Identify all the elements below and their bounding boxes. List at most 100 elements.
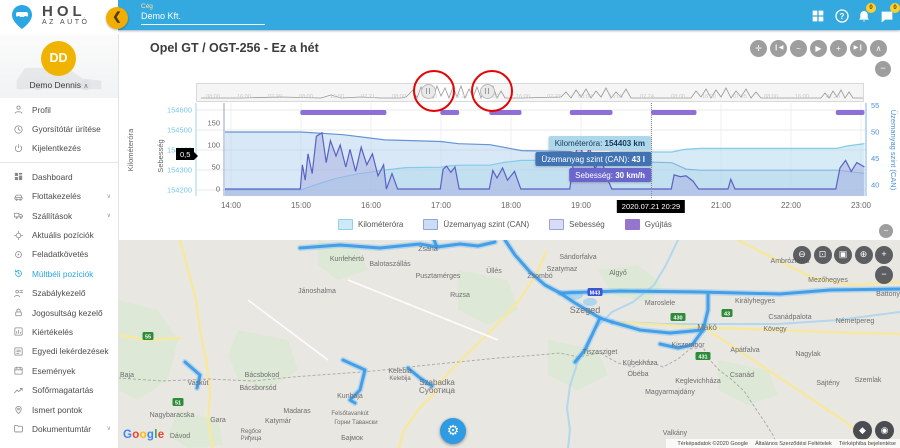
map-place-label: Горни Тавански: [334, 420, 377, 426]
map-place-label: Kübekháza: [622, 360, 657, 367]
legend-item[interactable]: Kilométeróra: [338, 219, 403, 230]
attribution-text[interactable]: Általános Szerződési Feltételek: [755, 441, 832, 447]
sidebar-item-label: Aktuális pozíciók: [32, 230, 94, 240]
svg-text:0: 0: [216, 185, 220, 194]
svg-text:154300: 154300: [167, 166, 192, 175]
map-place-label: Ruzsa: [450, 292, 470, 299]
user-name-text: Demo Dennis: [30, 80, 82, 90]
collapse-button[interactable]: ∧: [870, 40, 887, 57]
map-place-label: Pusztamérges: [416, 273, 461, 280]
s idebar-item-fleet[interactable]: Flottakezelés ∨: [0, 187, 118, 206]
svg-text:22:00: 22:00: [781, 201, 802, 210]
lock-icon: [13, 307, 24, 318]
map-marker-button[interactable]: ◉: [875, 421, 894, 440]
legend-item[interactable]: Gyújtás: [625, 219, 672, 230]
app-logo[interactable]: HOL AZ AUTÓ: [0, 0, 118, 34]
svg-text:40: 40: [871, 181, 879, 190]
legend-item[interactable]: Sebesség: [549, 219, 605, 230]
help-icon[interactable]: ?: [834, 8, 850, 24]
sidebar-item-cache-clear[interactable]: Gyorsítótár ürítése: [0, 119, 118, 138]
sidebar: DD Demo Dennis ∧ Profil Gyorsítótár ürít…: [0, 34, 119, 448]
svg-text:?: ?: [840, 12, 845, 21]
map-place-label: Nagylak: [795, 351, 821, 358]
sidebar-collapse-button[interactable]: ❮: [106, 7, 128, 29]
legend-label: Sebesség: [569, 220, 605, 229]
map-place-label: Regőce: [241, 429, 262, 435]
zoom-out-button[interactable]: −: [790, 40, 807, 57]
sidebar-item-past-positions[interactable]: Múltbéli pozíciók: [0, 264, 118, 283]
calendar-icon: [13, 365, 24, 376]
legend-swatch: [625, 219, 640, 230]
apps-grid-icon[interactable]: [810, 8, 826, 24]
sidebar-item-task-tracking[interactable]: Feladatkövetés: [0, 245, 118, 264]
sidebar-item-evaluation[interactable]: Kiértékelés: [0, 322, 118, 341]
map-layer-button[interactable]: ◆: [853, 421, 872, 440]
sidebar-item-dashboard[interactable]: Dashboard: [0, 167, 118, 186]
sidebar-item-shipments[interactable]: Szállítások ∨: [0, 206, 118, 225]
map-place-label: Sándorfalva: [559, 254, 596, 261]
sidebar-item-label: Egyedi lekérdezések: [32, 346, 109, 356]
attribution-text[interactable]: Térképadatok ©2020 Google: [677, 441, 748, 447]
skip-previous-button[interactable]: ❙◀: [770, 40, 787, 57]
sidebar-item-documents[interactable]: Dokumentumtár ∨: [0, 419, 118, 438]
map-place-label: Balotaszállás: [369, 261, 411, 268]
crosshair-icon: [13, 230, 24, 241]
annotation-circle: [471, 70, 513, 112]
map-magnifier-button[interactable]: ⊕: [855, 246, 873, 264]
svg-text:16:00: 16:00: [361, 201, 382, 210]
zoom-in-button[interactable]: +: [830, 40, 847, 57]
map-zoom-out-lens-button[interactable]: ⊖: [793, 246, 811, 264]
svg-text:45: 45: [871, 154, 879, 163]
map-place-label: Szemlak: [855, 377, 882, 384]
map-canvas: M43434304315155SzegedSándorfalvaAlgyőSza…: [118, 240, 900, 448]
chart-navigator[interactable]: 08:0016:0007.2008:0016:0007.2108:0016:00…: [196, 83, 864, 102]
company-input[interactable]: Demo Kft.: [141, 11, 181, 21]
sidebar-item-driver-behaviour[interactable]: Sofőrmagatartás: [0, 380, 118, 399]
avatar[interactable]: DD: [41, 41, 76, 76]
section-collapse-button[interactable]: −: [879, 224, 893, 238]
map-place-label: Kiszombor: [671, 342, 705, 349]
legend-label: Gyújtás: [645, 220, 672, 229]
navigator-mask-right: [494, 84, 863, 101]
sidebar-item-current-positions[interactable]: Aktuális pozíciók: [0, 225, 118, 244]
sidebar-item-permissions[interactable]: Jogosultság kezelő: [0, 303, 118, 322]
map-place-label: Dávod: [170, 433, 190, 440]
map-settings-button[interactable]: ⚙: [440, 418, 466, 444]
sidebar-menu: Profil Gyorsítótár ürítése Kijelentkezés…: [0, 100, 118, 439]
sidebar-item-label: Múltbéli pozíciók: [32, 269, 93, 279]
map-place-label: Bácsbokod: [245, 372, 280, 379]
play-button[interactable]: ▶: [810, 40, 827, 57]
sidebar-item-rule-manager[interactable]: Szabálykezelő: [0, 284, 118, 303]
gear-icon: ⚙: [447, 422, 460, 438]
user-panel[interactable]: DD Demo Dennis ∧: [0, 34, 118, 98]
sidebar-item-label: Profil: [32, 105, 51, 115]
skip-next-button[interactable]: ▶❙: [850, 40, 867, 57]
sidebar-item-events[interactable]: Események: [0, 361, 118, 380]
sidebar-item-profil[interactable]: Profil: [0, 100, 118, 119]
tooltip-row: Sebesség: 30 km/h: [569, 168, 651, 182]
chart-crosshair: [651, 103, 652, 198]
sidebar-item-logout[interactable]: Kijelentkezés: [0, 139, 118, 158]
person-icon: [13, 104, 24, 115]
sidebar-item-known-points[interactable]: Ismert pontok: [0, 400, 118, 419]
attribution-text[interactable]: Térképhiba bejelentése: [839, 441, 896, 447]
top-header-bar: [118, 0, 900, 30]
svg-text:154500: 154500: [167, 126, 192, 135]
add-marker-button[interactable]: ✛: [750, 40, 767, 57]
map-zoom-in-button[interactable]: +: [875, 246, 893, 264]
svg-text:50: 50: [871, 128, 879, 137]
chart-collapse-button[interactable]: −: [875, 61, 891, 77]
map-attribution: Térképadatok ©2020 Google Általános Szerz…: [666, 439, 900, 448]
user-name[interactable]: Demo Dennis ∧: [0, 80, 118, 90]
sidebar-item-custom-queries[interactable]: Egyedi lekérdezések: [0, 342, 118, 361]
map-fit-bounds-button[interactable]: ⊡: [814, 246, 832, 264]
map-place-label: Gara: [210, 417, 226, 424]
legend-item[interactable]: Üzemanyag szint (CAN): [423, 219, 529, 230]
svg-text:18:00: 18:00: [501, 201, 522, 210]
map-panel[interactable]: M43434304315155SzegedSándorfalvaAlgyőSza…: [118, 240, 900, 448]
chevron-up-icon: ∧: [83, 83, 88, 90]
map-zoom-out-button[interactable]: −: [875, 266, 893, 284]
sidebar-item-label: Kijelentkezés: [32, 143, 81, 153]
map-area-select-button[interactable]: ▣: [834, 246, 852, 264]
map-place-label: Zsana: [418, 246, 438, 253]
